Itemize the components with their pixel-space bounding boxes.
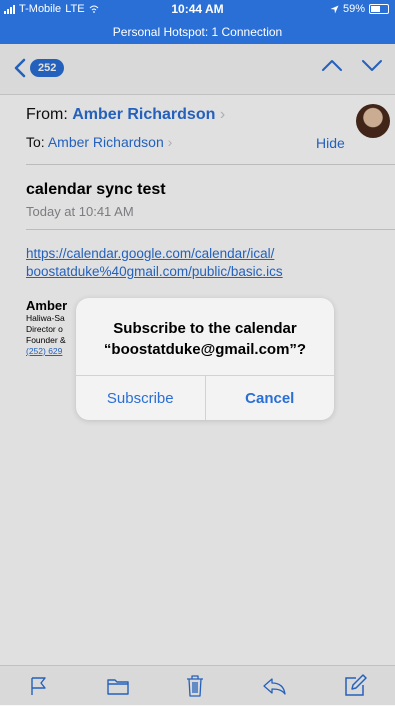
hotspot-banner[interactable]: Personal Hotspot: 1 Connection <box>0 25 395 39</box>
status-bar: T-Mobile LTE 10:44 AM 59% Personal Hotsp… <box>0 0 395 44</box>
location-arrow-icon <box>330 5 339 13</box>
battery-percent: 59% <box>342 3 365 15</box>
subscribe-alert: Subscribe to the calendar “boostatduke@g… <box>76 298 334 420</box>
alert-message-line2: “boostatduke@gmail.com”? <box>103 341 307 358</box>
status-right: 59% <box>330 3 389 15</box>
alert-message-line1: Subscribe to the calendar <box>113 320 297 337</box>
alert-actions: Subscribe Cancel <box>76 375 334 420</box>
battery-level <box>371 6 380 12</box>
alert-message: Subscribe to the calendar “boostatduke@g… <box>84 318 326 360</box>
battery-icon <box>369 4 389 14</box>
cancel-button[interactable]: Cancel <box>204 376 335 420</box>
subscribe-button[interactable]: Subscribe <box>76 376 205 420</box>
